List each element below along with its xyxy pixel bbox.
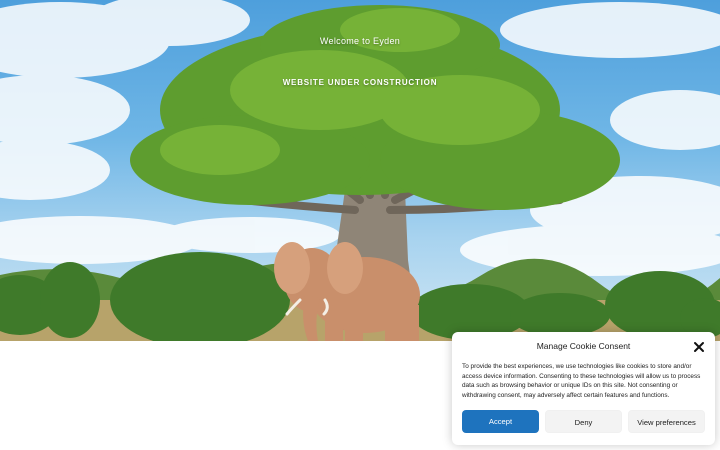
close-icon[interactable] bbox=[693, 340, 705, 352]
cookie-dialog-title: Manage Cookie Consent bbox=[536, 341, 631, 351]
cookie-dialog-text: To provide the best experiences, we use … bbox=[462, 363, 701, 399]
hero-heading: WEBSITE UNDER CONSTRUCTION bbox=[282, 78, 438, 87]
site-title: Welcome to Eyden bbox=[319, 36, 401, 46]
view-preferences-button[interactable]: View preferences bbox=[628, 410, 705, 433]
accept-button[interactable]: Accept bbox=[462, 410, 539, 433]
cookie-consent-dialog: Manage Cookie Consent To provide the bes… bbox=[452, 332, 715, 445]
deny-button[interactable]: Deny bbox=[545, 410, 622, 433]
hero-banner: Welcome to Eyden WEBSITE UNDER CONSTRUCT… bbox=[0, 0, 720, 341]
hero-background-image bbox=[0, 0, 720, 341]
